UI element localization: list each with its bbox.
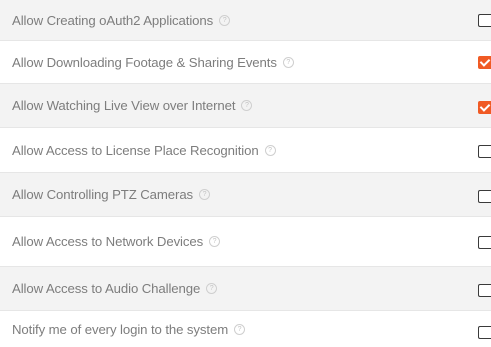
permission-checkbox-license-plate[interactable] [478, 145, 491, 158]
permission-row-oauth2: Allow Creating oAuth2 Applications ? [0, 0, 491, 41]
permission-row-login-notify: Notify me of every login to the system ? [0, 311, 491, 347]
permission-checkbox-network-devices[interactable] [478, 236, 491, 249]
question-circle-icon[interactable]: ? [209, 236, 221, 247]
permission-checkbox-download-footage[interactable] [478, 56, 491, 69]
permission-label: Allow Creating oAuth2 Applications [12, 12, 214, 28]
question-circle-icon[interactable]: ? [234, 323, 246, 335]
permission-checkbox-live-view[interactable] [478, 101, 491, 114]
permission-checkbox-audio-challenge[interactable] [478, 284, 491, 297]
permission-row-ptz: Allow Controlling PTZ Cameras ? [0, 173, 491, 217]
question-circle-icon[interactable]: ? [199, 189, 211, 200]
permission-checkbox-oauth2[interactable] [478, 14, 491, 27]
permission-label: Allow Access to License Place Recognitio… [12, 142, 259, 158]
permission-label: Allow Controlling PTZ Cameras [12, 187, 194, 202]
question-circle-icon[interactable]: ? [241, 100, 253, 111]
permission-checkbox-login-notify[interactable] [478, 326, 491, 339]
permission-row-license-plate: Allow Access to License Place Recognitio… [0, 128, 491, 173]
question-circle-icon[interactable]: ? [219, 14, 231, 26]
permission-label: Allow Access to Network Devices [12, 234, 204, 249]
permission-label: Allow Access to Audio Challenge [12, 281, 201, 296]
permission-row-network-devices: Allow Access to Network Devices ? [0, 217, 491, 267]
permission-checkbox-ptz[interactable] [478, 190, 491, 203]
question-circle-icon[interactable]: ? [206, 283, 218, 294]
question-circle-icon[interactable]: ? [264, 144, 276, 156]
permission-label: Allow Watching Live View over Internet [12, 98, 236, 113]
question-circle-icon[interactable]: ? [282, 56, 294, 68]
permission-row-audio-challenge: Allow Access to Audio Challenge ? [0, 267, 491, 311]
permissions-list: Allow Creating oAuth2 Applications ? All… [0, 0, 491, 347]
permission-row-live-view: Allow Watching Live View over Internet ? [0, 84, 491, 128]
permission-row-download-footage: Allow Downloading Footage & Sharing Even… [0, 41, 491, 84]
permission-label: Notify me of every login to the system [12, 321, 229, 337]
permission-label: Allow Downloading Footage & Sharing Even… [12, 54, 277, 70]
